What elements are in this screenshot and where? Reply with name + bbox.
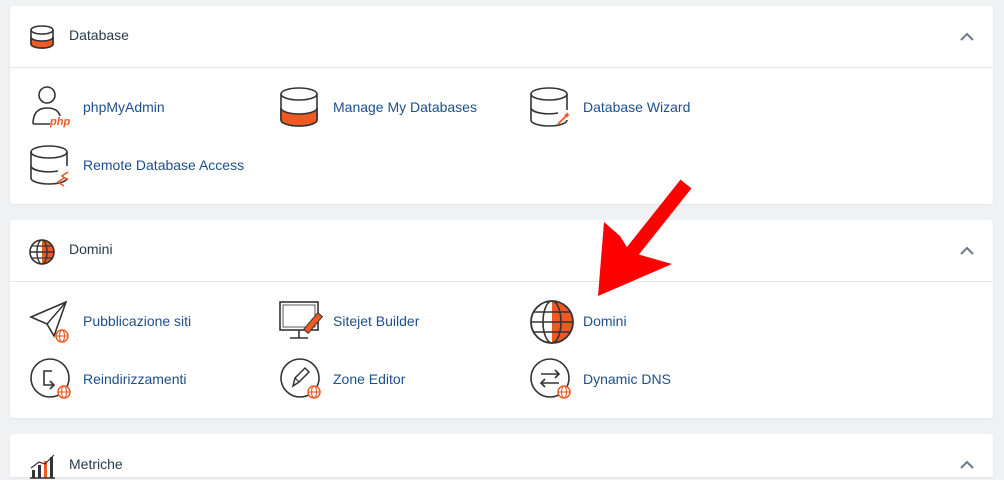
manage-databases-label: Manage My Databases [333,99,477,115]
manage-databases-icon [280,87,318,127]
domains-label: Domini [583,313,627,329]
phpmyadmin-link[interactable]: php phpMyAdmin [28,84,268,132]
site-publisher-link[interactable]: Pubblicazione siti [28,298,268,346]
dynamic-dns-icon [530,358,571,399]
metriche-panel-title: Metriche [69,456,123,472]
svg-text:php: php [49,116,70,128]
database-wizard-icon [530,87,570,127]
zone-editor-icon [280,358,321,399]
globe-icon [29,239,55,265]
zone-editor-label: Zone Editor [333,371,406,387]
domini-panel-title: Domini [69,241,113,257]
database-panel-title: Database [69,27,129,43]
metriche-panel-header[interactable]: Metriche [10,434,993,479]
chevron-up-icon[interactable] [958,30,976,44]
domains-globe-icon [530,300,574,344]
domini-panel-header[interactable]: Domini [10,220,993,282]
manage-databases-link[interactable]: Manage My Databases [278,84,518,132]
database-panel-header[interactable]: Database [10,6,993,68]
phpmyadmin-label: phpMyAdmin [83,99,165,115]
database-wizard-label: Database Wizard [583,99,691,115]
sitejet-builder-label: Sitejet Builder [333,313,420,329]
site-publisher-icon [28,300,69,343]
database-icon [30,25,54,49]
sitejet-builder-link[interactable]: Sitejet Builder [278,298,518,346]
chevron-up-icon[interactable] [958,458,976,472]
remote-database-icon [30,145,69,187]
database-panel: Database php phpMyAdmin Manage My Databa… [10,6,993,204]
bar-chart-icon [30,454,55,479]
domains-link[interactable]: Domini [528,298,768,346]
redirects-icon [30,358,71,399]
sitejet-builder-icon [279,301,324,339]
remote-database-link[interactable]: Remote Database Access [28,142,268,190]
domini-panel: Domini Pubblicazione siti Sitejet Builde… [10,220,993,418]
redirects-link[interactable]: Reindirizzamenti [28,356,268,404]
dynamic-dns-label: Dynamic DNS [583,371,671,387]
phpmyadmin-icon: php [32,86,70,128]
chevron-up-icon[interactable] [958,244,976,258]
redirects-label: Reindirizzamenti [83,371,187,387]
remote-database-label: Remote Database Access [83,157,245,173]
database-wizard-link[interactable]: Database Wizard [528,84,768,132]
site-publisher-label: Pubblicazione siti [83,313,192,329]
zone-editor-link[interactable]: Zone Editor [278,356,518,404]
dynamic-dns-link[interactable]: Dynamic DNS [528,356,768,404]
metriche-panel: Metriche [10,434,993,479]
